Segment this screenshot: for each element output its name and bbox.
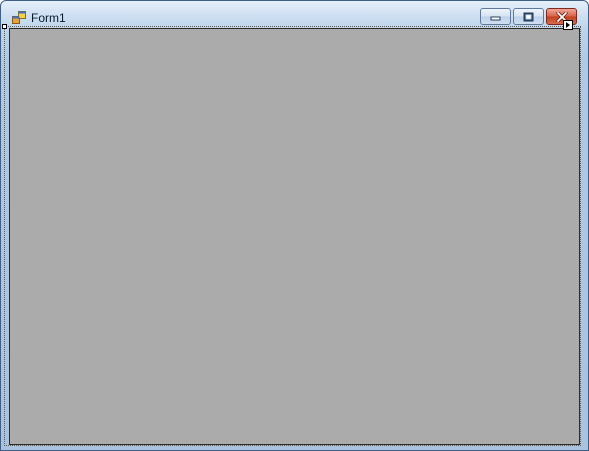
window-title: Form1 [31,11,66,25]
maximize-button[interactable] [513,8,544,25]
smart-tag-arrow-icon [566,22,570,28]
form-client-area[interactable] [9,28,580,445]
minimize-icon [490,16,501,20]
resize-handle-top-left[interactable] [2,24,7,29]
minimize-button[interactable] [480,8,511,25]
form-window: Form1 [0,0,589,451]
maximize-icon [523,12,534,21]
title-bar[interactable]: Form1 [1,1,588,29]
smart-tag-glyph[interactable] [563,20,573,30]
form-app-icon [12,11,26,24]
